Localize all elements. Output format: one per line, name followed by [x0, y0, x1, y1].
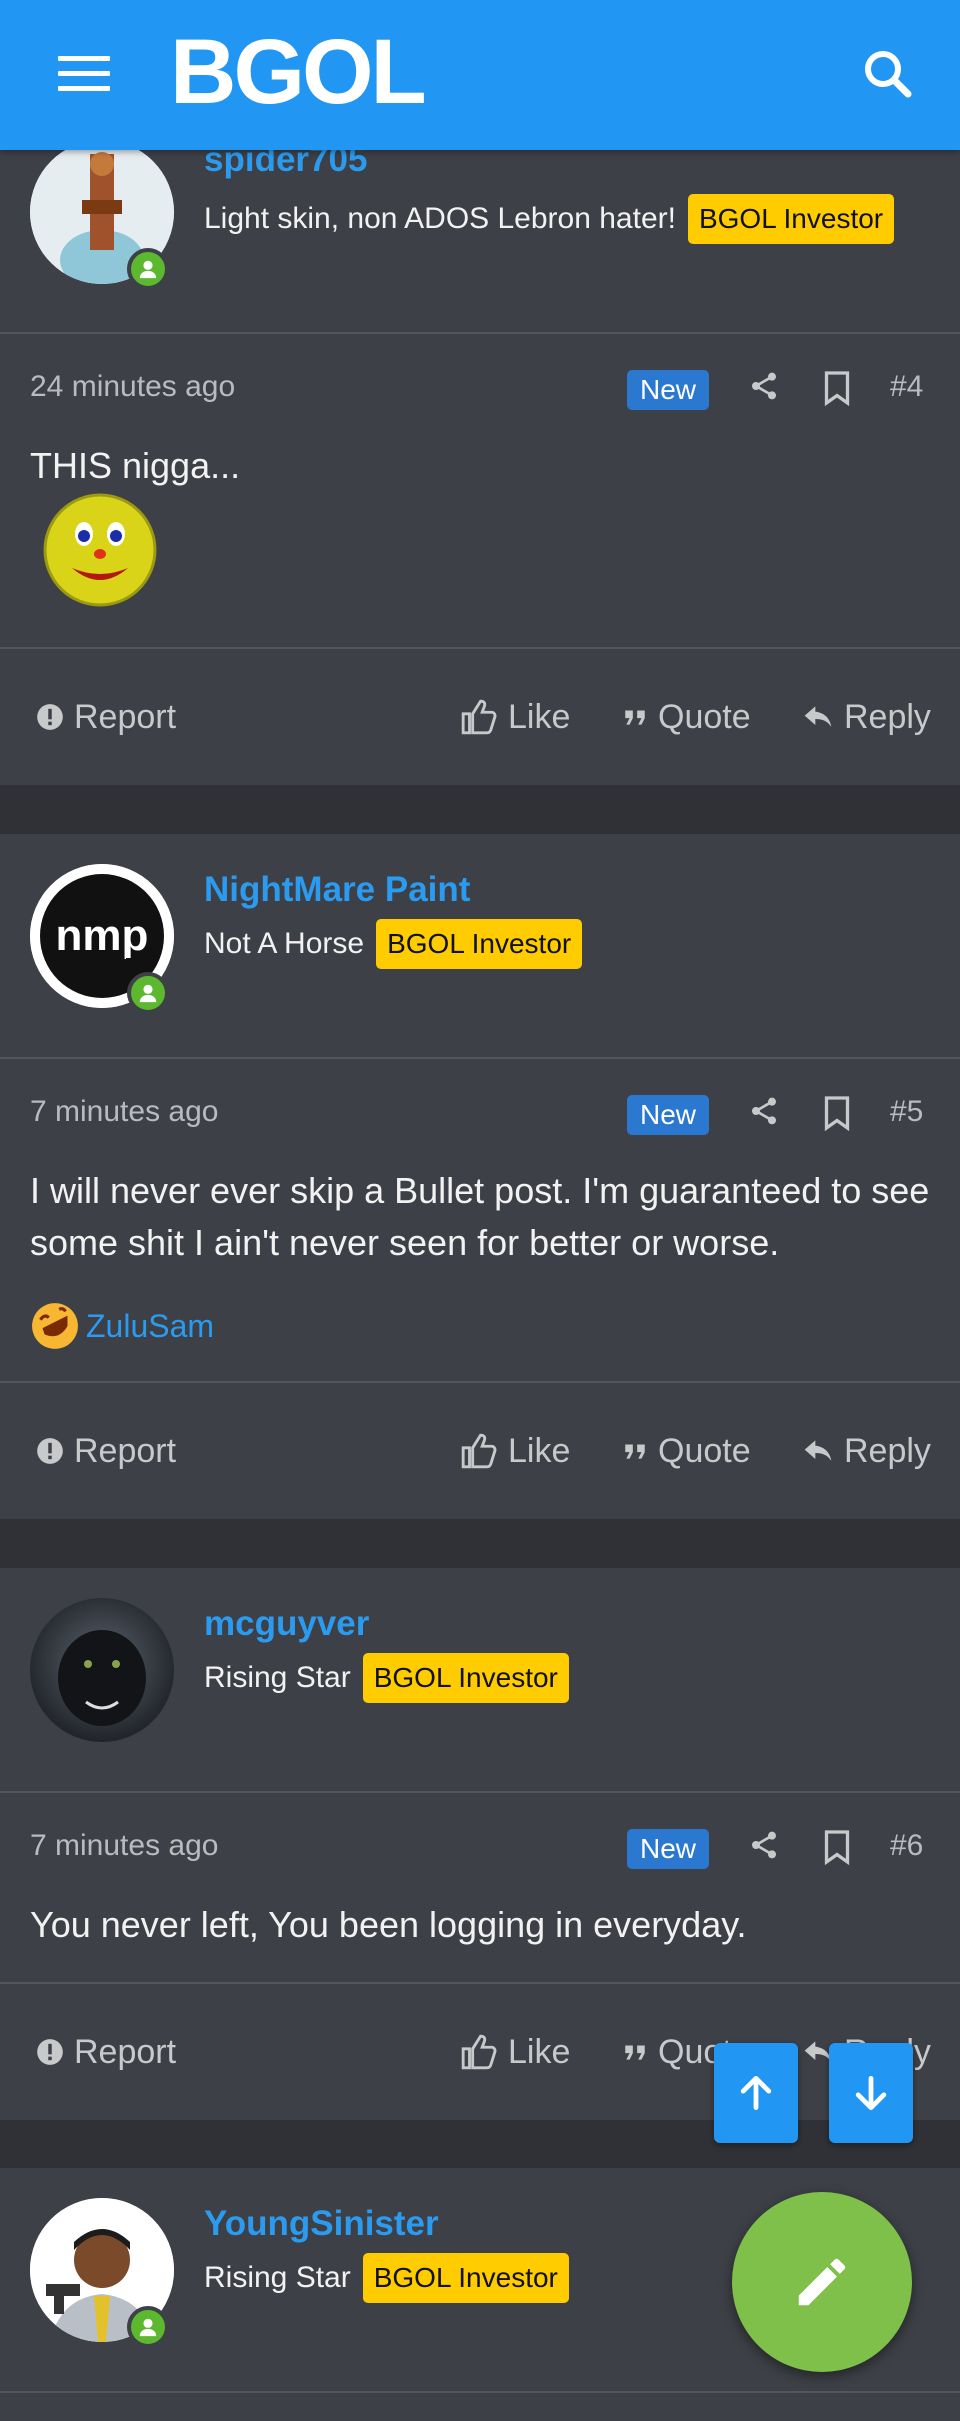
- post-7-body: [0, 2393, 960, 2421]
- like-label: Like: [508, 2032, 571, 2071]
- report-button[interactable]: Report: [36, 689, 176, 745]
- post-4-user-block: spider705 Light skin, non ADOS Lebron ha…: [0, 140, 960, 332]
- user-title-row: Not A Horse BGOL Investor: [204, 919, 583, 969]
- online-status-icon: [127, 2306, 169, 2348]
- write-post-button[interactable]: [732, 2192, 912, 2372]
- quote-label: Quote: [658, 697, 751, 736]
- post-6-user-block: mcguyver Rising Star BGOL Investor: [0, 1568, 960, 1791]
- reaction-summary[interactable]: ZuluSam: [30, 1301, 214, 1351]
- like-label: Like: [508, 697, 571, 736]
- bookmark-icon[interactable]: [822, 370, 856, 410]
- quote-label: Quote: [658, 1431, 751, 1470]
- report-label: Report: [74, 2032, 177, 2071]
- post-number[interactable]: #5: [890, 1095, 923, 1129]
- like-button[interactable]: Like: [460, 1423, 570, 1479]
- post-number[interactable]: #4: [890, 370, 923, 404]
- report-button[interactable]: Report: [36, 2024, 176, 2080]
- new-badge: New: [627, 1829, 709, 1869]
- user-title: Rising Star: [204, 1661, 351, 1694]
- laughing-emoji-icon: [32, 1303, 78, 1349]
- share-icon[interactable]: [748, 1095, 788, 1135]
- avatar[interactable]: [30, 1598, 174, 1742]
- online-status-icon: [127, 972, 169, 1014]
- like-button[interactable]: Like: [460, 689, 570, 745]
- bookmark-icon[interactable]: [822, 1829, 856, 1869]
- reply-label: Reply: [844, 1431, 931, 1470]
- arrow-down-icon: [855, 2075, 887, 2111]
- search-icon[interactable]: [858, 44, 918, 104]
- menu-icon[interactable]: [58, 56, 110, 96]
- avatar-logo-text: nmp: [56, 911, 149, 960]
- smiley-emoji-icon: [42, 492, 158, 608]
- report-label: Report: [74, 697, 177, 736]
- user-badge: BGOL Investor: [376, 919, 583, 969]
- post-6-body: 7 minutes ago New #6 You never left, You…: [0, 1793, 960, 1982]
- share-icon[interactable]: [748, 1829, 788, 1869]
- user-title-row: Rising Star BGOL Investor: [204, 1653, 569, 1703]
- quote-button[interactable]: Quote: [622, 1423, 751, 1479]
- reaction-username[interactable]: ZuluSam: [86, 1308, 214, 1345]
- user-title: Rising Star: [204, 2261, 351, 2294]
- post-5-body: 7 minutes ago New #5 I will never ever s…: [0, 1059, 960, 1381]
- user-title: Light skin, non ADOS Lebron hater!: [204, 202, 676, 235]
- report-button[interactable]: Report: [36, 1423, 176, 1479]
- username[interactable]: mcguyver: [204, 1604, 369, 1644]
- share-icon[interactable]: [748, 370, 788, 410]
- bookmark-icon[interactable]: [822, 1095, 856, 1135]
- post-time[interactable]: 24 minutes ago: [30, 370, 235, 404]
- reply-button[interactable]: Reply: [802, 689, 931, 745]
- post-time[interactable]: 7 minutes ago: [30, 1829, 218, 1863]
- arrow-up-icon: [740, 2075, 772, 2111]
- user-badge: BGOL Investor: [687, 194, 895, 244]
- user-badge: BGOL Investor: [362, 1653, 569, 1703]
- report-label: Report: [74, 1431, 177, 1470]
- post-message: THIS nigga...: [30, 445, 241, 486]
- user-badge: BGOL Investor: [362, 2253, 569, 2303]
- post-4-actions: Report Like Quote Reply: [0, 649, 960, 785]
- user-title-row: Light skin, non ADOS Lebron hater! BGOL …: [204, 194, 895, 244]
- post-message: I will never ever skip a Bullet post. I'…: [30, 1170, 930, 1263]
- post-5-user-block: nmp NightMare Paint Not A Horse BGOL Inv…: [0, 834, 960, 1057]
- online-status-icon: [127, 248, 169, 290]
- username[interactable]: NightMare Paint: [204, 870, 470, 910]
- post-6-actions: Report Like Quote Reply: [0, 1984, 960, 2120]
- quote-button[interactable]: Quote: [622, 689, 751, 745]
- user-title-row: Rising Star BGOL Investor: [204, 2253, 569, 2303]
- reply-label: Reply: [844, 697, 931, 736]
- like-label: Like: [508, 1431, 571, 1470]
- post-time[interactable]: 7 minutes ago: [30, 1095, 218, 1129]
- post-4-body: 24 minutes ago New #4 THIS nigga...: [0, 334, 960, 647]
- top-navigation-bar: BGOL: [0, 0, 960, 150]
- new-badge: New: [627, 370, 709, 410]
- post-5-actions: Report Like Quote Reply: [0, 1383, 960, 1519]
- user-title: Not A Horse: [204, 927, 365, 960]
- scroll-to-bottom-button[interactable]: [829, 2043, 913, 2143]
- new-badge: New: [627, 1095, 709, 1135]
- pencil-icon: [798, 2258, 846, 2306]
- site-logo[interactable]: BGOL: [170, 22, 427, 122]
- like-button[interactable]: Like: [460, 2024, 570, 2080]
- post-message: You never left, You been logging in ever…: [30, 1904, 747, 1945]
- scroll-to-top-button[interactable]: [714, 2043, 798, 2143]
- username[interactable]: YoungSinister: [204, 2204, 439, 2244]
- post-number[interactable]: #6: [890, 1829, 923, 1863]
- reply-button[interactable]: Reply: [802, 1423, 931, 1479]
